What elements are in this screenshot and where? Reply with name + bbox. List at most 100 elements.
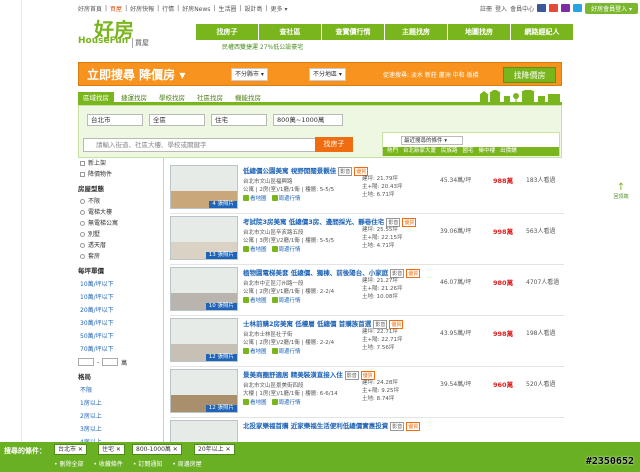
member-login-button[interactable]: 好房會員登入 ▾ [585,2,638,14]
yahoo-icon[interactable] [561,4,571,12]
map-link[interactable]: 看地圖 [243,347,267,355]
radio-label: 別墅 [88,231,101,238]
layout-filter-link[interactable]: 不限 [78,384,163,397]
search-input[interactable]: 請輸入街道、社區大樓、學校或關鍵字 [83,138,347,152]
tab-3[interactable]: 社區找房 [192,92,228,102]
main-nav-item[interactable]: 地圖找房 [448,24,511,40]
hot-tag[interactable]: 台北新家大廈 [403,147,436,156]
main-nav-item[interactable]: 找房子 [196,24,259,40]
top-link[interactable]: 生活圈 [218,4,236,13]
site-logo[interactable]: 好房 HouseFun 買屋 [78,18,178,50]
type-radio[interactable]: 別墅 [78,229,163,240]
price-filter-link[interactable]: 70萬/坪以下 [78,343,163,356]
tab-2[interactable]: 學校找房 [154,92,190,102]
condition-action-link[interactable]: • 刪除全部 [54,459,83,468]
top-link[interactable]: 好房首頁 [78,4,102,13]
recent-search-dropdown[interactable]: 最近搜尋的條件 ▾ [401,136,463,145]
hot-tag[interactable]: 熱門 [387,147,398,156]
tab-1[interactable]: 捷運找房 [116,92,152,102]
type-radio[interactable]: 不限 [78,196,163,207]
type-select[interactable]: 住宅 [211,114,267,126]
city-select[interactable]: 台北市 [87,114,143,126]
price-trend-link[interactable]: 周邊行情 [271,398,301,406]
twitter-icon[interactable] [573,4,583,12]
price-filter-link[interactable]: 30萬/坪以下 [78,317,163,330]
type-radio[interactable]: 套房 [78,251,163,262]
listing-title[interactable]: 景美商圈舒適居 精美裝潢直接入住 影音 優質 [243,369,375,380]
checkbox-label: 新上架 [88,160,107,167]
price-filter-link[interactable]: 50萬/坪以下 [78,330,163,343]
top-link[interactable]: 行情 [162,4,174,13]
filter-checkbox[interactable]: 降價物件 [78,169,163,180]
map-link[interactable]: 看地圖 [243,398,267,406]
condition-action-link[interactable]: • 訂閱通知 [133,459,162,468]
plurk-icon[interactable] [549,4,559,12]
range-min-input[interactable] [78,358,94,366]
top-right-link[interactable]: 註冊 [480,4,492,13]
price-filter-link[interactable]: 10萬/坪以下 [78,278,163,291]
listing-title[interactable]: 北投家樂福首購 近家樂福生活便利低總價實惠投資 影音 優質 [243,420,421,431]
top-right-link[interactable]: 會員中心 [510,4,534,13]
price-select[interactable]: 800萬~1000萬 [273,114,343,126]
condition-chip[interactable]: 20年以上 ✕ [194,444,235,455]
back-to-top-button[interactable]: ↑ 回頂端 [611,183,631,205]
hot-keywords[interactable]: 促速搜尋: 淡水 新莊 蘆洲 中和 板橋 [383,70,479,79]
promo-note[interactable]: 民權西雙捷運 27%低公設豪宅 [222,42,303,51]
price-trend-link[interactable]: 周邊行情 [271,296,301,304]
hot-tag[interactable]: 欒中樓 [479,147,496,156]
listing-photo[interactable]: 4 張照片 [170,165,238,209]
conditions-label: 搜尋的條件： [4,447,46,455]
price-trend-link[interactable]: 周邊行情 [271,194,301,202]
area-line: 建坪: 22.71坪 [362,329,398,335]
condition-chip[interactable]: 800-1000萬 ✕ [132,444,182,455]
price-trend-link[interactable]: 周邊行情 [271,347,301,355]
layout-filter-link[interactable]: 1房以上 [78,397,163,410]
hot-tag[interactable]: 出價鋪 [500,147,517,156]
listing-photo[interactable]: 13 張照片 [170,216,238,260]
layout-filter-link[interactable]: 3房以上 [78,423,163,436]
type-radio[interactable]: 透天厝 [78,240,163,251]
tab-0[interactable]: 區域找房 [78,92,114,102]
condition-action-link[interactable]: • 周邊房屋 [172,459,201,468]
top-link[interactable]: 好房News [182,4,210,13]
hot-tag[interactable]: 國宅 [463,147,474,156]
tab-4[interactable]: 機能找房 [230,92,266,102]
banner-title[interactable]: 立即搜尋 降價房 ▾ [87,66,185,83]
listing-photo[interactable]: 12 張照片 [170,369,238,413]
facebook-icon[interactable] [537,4,547,12]
map-link[interactable]: 看地圖 [243,296,267,304]
top-link[interactable]: 更多 ▾ [271,4,288,13]
layout-filter-link[interactable]: 2房以上 [78,410,163,423]
main-nav-item[interactable]: 查社區 [259,24,322,40]
map-link[interactable]: 看地圖 [243,194,267,202]
top-link[interactable]: 買屋 [110,4,122,13]
listing-photo[interactable]: 12 張照片 [170,318,238,362]
left-edge-strip [0,0,22,472]
main-nav-item[interactable]: 查實價行情 [322,24,385,40]
top-link[interactable]: 好房快報 [130,4,154,13]
top-link[interactable]: 設計島 [244,4,262,13]
district-dropdown[interactable]: 不分地區 ▾ [309,68,346,81]
type-radio[interactable]: 電梯大樓 [78,207,163,218]
hot-tag[interactable]: 民族路 [441,147,458,156]
range-max-input[interactable] [102,358,119,366]
main-nav-item[interactable]: 網路經紀人 [511,24,574,40]
condition-action-link[interactable]: • 收藏條件 [93,459,122,468]
type-radio[interactable]: 無電梯公寓 [78,218,163,229]
map-link[interactable]: 看地圖 [243,245,267,253]
listing-photo[interactable]: 10 張照片 [170,267,238,311]
condition-chip[interactable]: 台北市 ✕ [54,444,87,455]
top-right-link[interactable]: 登入 [495,4,507,13]
listing-title[interactable]: 低總價公園美寓 視野開闊景觀佳 影音 優質 [243,165,369,176]
district-select[interactable]: 全區 [149,114,205,126]
main-nav-item[interactable]: 主題找房 [385,24,448,40]
price-filter-link[interactable]: 20萬/坪以下 [78,304,163,317]
search-button[interactable]: 找房子 [315,137,353,152]
price-trend-link[interactable]: 周邊行情 [271,245,301,253]
listing-links: 看地圖 周邊行情 [243,347,301,355]
condition-chip[interactable]: 住宅 ✕ [98,444,125,455]
filter-checkbox[interactable]: 新上架 [78,158,163,169]
find-price-drop-button[interactable]: 找降價房 [503,67,556,83]
price-filter-link[interactable]: 10萬/坪以下 [78,291,163,304]
city-dropdown[interactable]: 不分縣市 ▾ [231,68,268,81]
